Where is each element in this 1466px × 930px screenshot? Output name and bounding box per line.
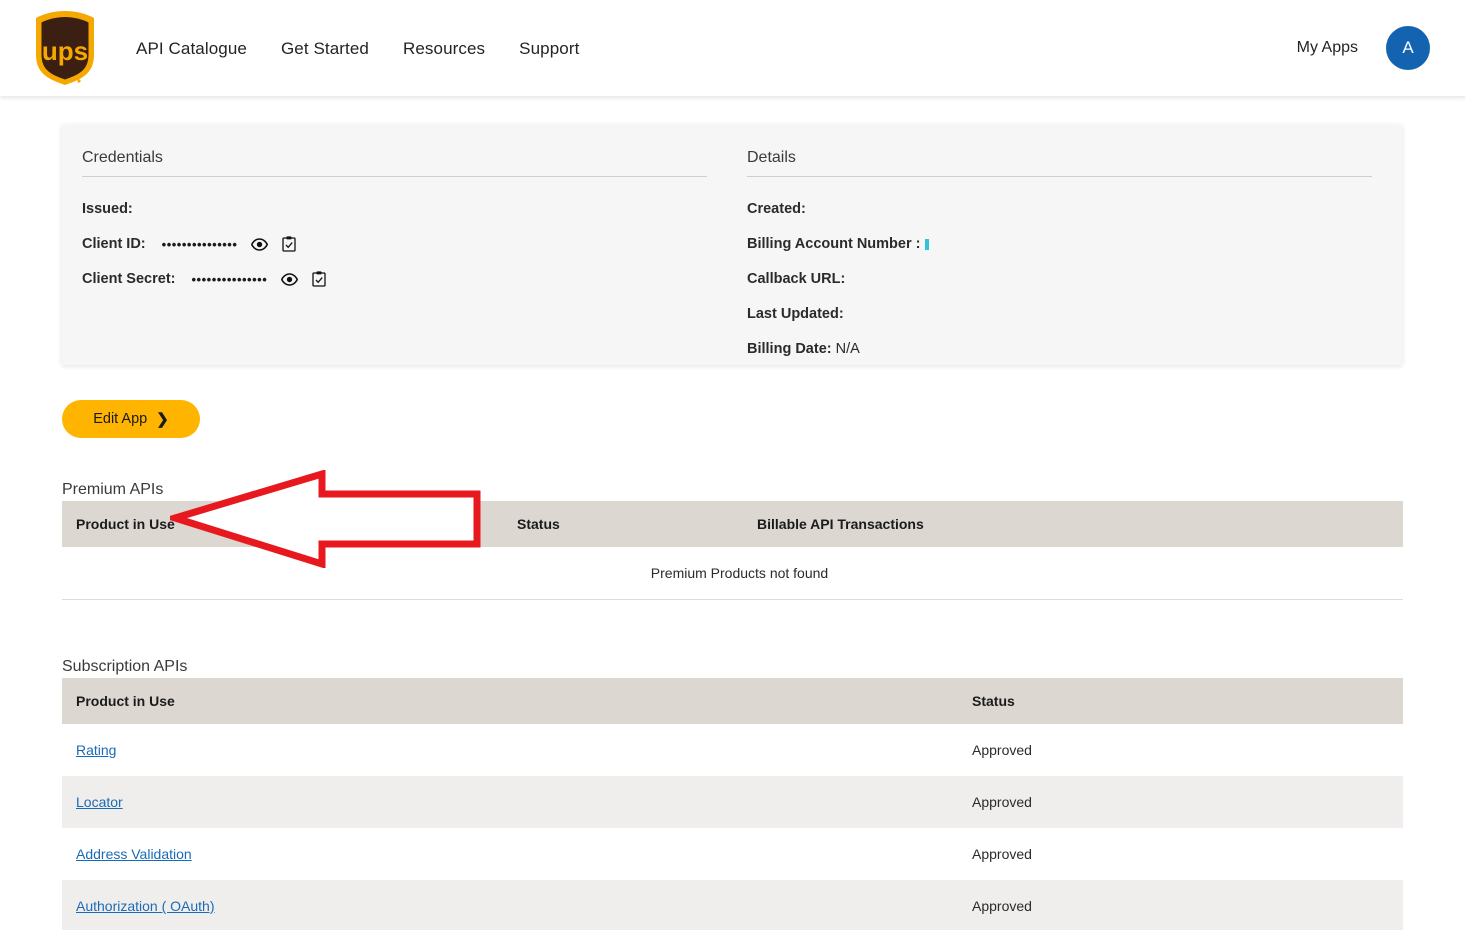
product-link-address-validation[interactable]: Address Validation	[76, 846, 192, 862]
product-link-rating[interactable]: Rating	[76, 742, 116, 758]
ups-logo[interactable]: ups	[20, 10, 110, 86]
subscription-apis-table: Product in Use Status Rating Approved Lo…	[62, 678, 1403, 930]
client-secret-row: Client Secret: •••••••••••••••	[82, 270, 707, 288]
eye-icon[interactable]	[281, 272, 299, 286]
credentials-title: Credentials	[82, 149, 707, 177]
table-header-row: Product in Use Status Billable API Trans…	[62, 501, 1403, 547]
nav-item-get-started[interactable]: Get Started	[281, 40, 369, 57]
table-row: Rating Approved	[62, 724, 1403, 776]
column-billable-api-transactions: Billable API Transactions	[743, 501, 1403, 547]
status-cell: Approved	[972, 898, 1032, 914]
edit-app-label: Edit App	[93, 411, 148, 427]
product-cell: Authorization ( OAuth)	[62, 880, 958, 930]
premium-empty-message: Premium Products not found	[62, 547, 1403, 600]
column-product-in-use: Product in Use	[62, 501, 503, 547]
status-cell: Approved	[972, 794, 1032, 810]
issued-label: Issued:	[82, 201, 133, 217]
client-id-value-masked: •••••••••••••••	[161, 236, 238, 252]
avatar[interactable]: A	[1386, 26, 1430, 70]
table-row: Authorization ( OAuth) Approved	[62, 880, 1403, 930]
billing-account-row: Billing Account Number :	[747, 235, 1372, 253]
column-status: Status	[503, 501, 743, 547]
column-product-in-use: Product in Use	[62, 678, 958, 724]
product-cell: Rating	[62, 724, 958, 776]
subscription-apis-tbody: Rating Approved Locator Approved Address…	[62, 724, 1403, 930]
product-cell: Locator	[62, 776, 958, 828]
premium-apis-thead: Product in Use Status Billable API Trans…	[62, 501, 1403, 547]
premium-apis-heading: Premium APIs	[62, 481, 164, 498]
subscription-apis-heading: Subscription APIs	[62, 658, 188, 675]
created-label: Created:	[747, 201, 806, 217]
ups-shield-icon: ups	[36, 11, 94, 85]
premium-apis-table: Product in Use Status Billable API Trans…	[62, 501, 1403, 600]
site-header: ups API Catalogue Get Started Resources …	[0, 0, 1466, 96]
billing-date-value: N/A	[835, 341, 860, 357]
edit-app-button[interactable]: Edit App ❯	[62, 400, 200, 438]
product-link-authorization-oauth[interactable]: Authorization ( OAuth)	[76, 898, 215, 914]
clipboard-check-icon[interactable]	[282, 236, 297, 252]
status-cell: Approved	[972, 846, 1032, 862]
status-cell: Approved	[972, 742, 1032, 758]
billing-account-label: Billing Account Number :	[747, 236, 921, 252]
client-secret-value-masked: •••••••••••••••	[191, 271, 268, 287]
issued-row: Issued:	[82, 200, 707, 218]
table-row: Locator Approved	[62, 776, 1403, 828]
client-secret-label: Client Secret:	[82, 271, 176, 287]
subscription-apis-thead: Product in Use Status	[62, 678, 1403, 724]
chevron-right-icon: ❯	[156, 410, 169, 428]
last-updated-row: Last Updated:	[747, 305, 1372, 323]
header-right-group: My Apps A	[1297, 26, 1430, 70]
table-row: Premium Products not found	[62, 547, 1403, 600]
created-row: Created:	[747, 200, 1372, 218]
nav-item-resources[interactable]: Resources	[403, 40, 485, 57]
nav-item-support[interactable]: Support	[519, 40, 579, 57]
my-apps-link[interactable]: My Apps	[1297, 39, 1358, 57]
callback-url-label: Callback URL:	[747, 271, 846, 287]
clipboard-check-icon[interactable]	[312, 271, 326, 287]
premium-apis-tbody: Premium Products not found	[62, 547, 1403, 600]
callback-url-row: Callback URL:	[747, 270, 1372, 288]
table-header-row: Product in Use Status	[62, 678, 1403, 724]
product-cell: Address Validation	[62, 828, 958, 880]
redacted-marker	[925, 238, 930, 250]
column-status: Status	[958, 678, 1403, 724]
details-title: Details	[747, 149, 1372, 177]
app-info-card: Credentials Issued: Client ID: •••••••••…	[62, 125, 1402, 365]
main-nav: API Catalogue Get Started Resources Supp…	[136, 40, 579, 57]
details-panel: Details Created: Billing Account Number …	[737, 125, 1402, 365]
credentials-panel: Credentials Issued: Client ID: •••••••••…	[62, 125, 737, 365]
svg-text:ups: ups	[42, 36, 88, 66]
nav-item-api-catalogue[interactable]: API Catalogue	[136, 40, 247, 57]
product-link-locator[interactable]: Locator	[76, 794, 123, 810]
billing-date-row: Billing Date: N/A	[747, 340, 1372, 358]
eye-icon[interactable]	[251, 237, 269, 251]
client-id-row: Client ID: •••••••••••••••	[82, 235, 707, 253]
last-updated-label: Last Updated:	[747, 306, 844, 322]
client-id-label: Client ID:	[82, 236, 146, 252]
table-row: Address Validation Approved	[62, 828, 1403, 880]
billing-date-label: Billing Date:	[747, 341, 832, 357]
